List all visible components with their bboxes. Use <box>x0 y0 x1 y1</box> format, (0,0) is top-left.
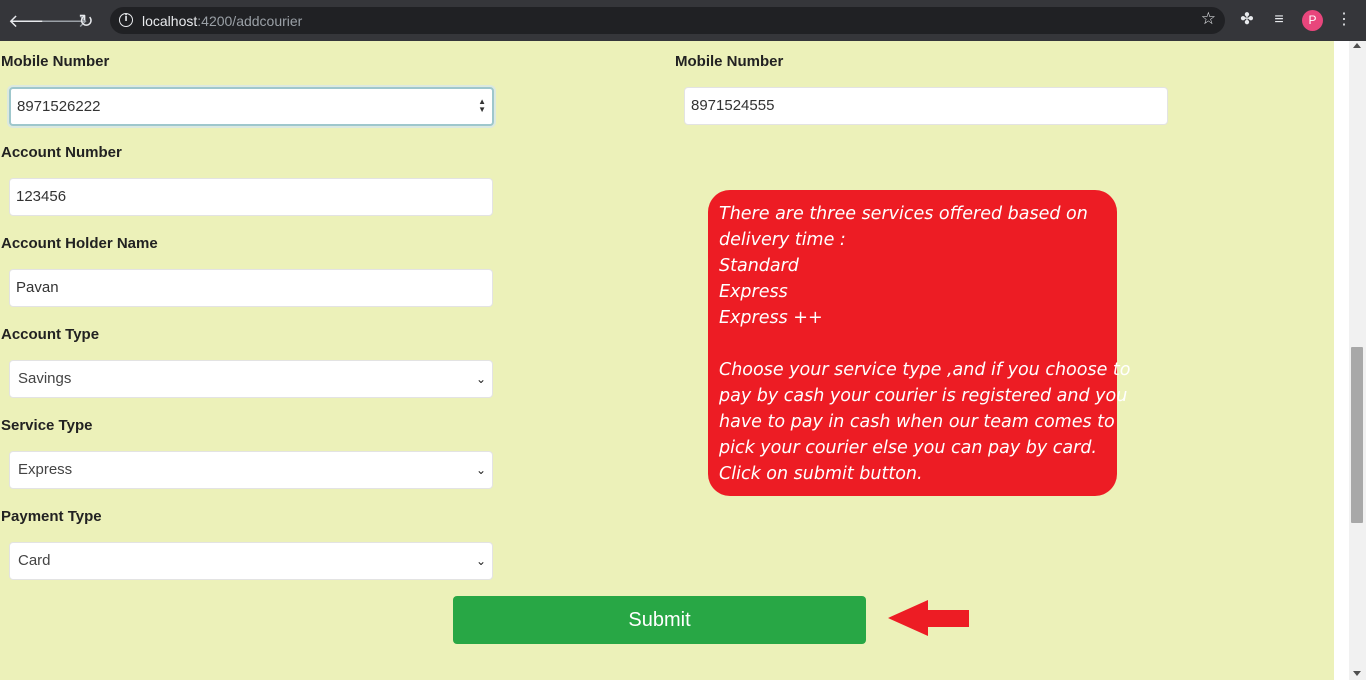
service-type-label: Service Type <box>1 417 93 434</box>
info-line: Express ++ <box>719 308 823 328</box>
chevron-down-icon: ⌄ <box>475 554 486 568</box>
info-line: Express <box>719 282 788 302</box>
chevron-down-icon: ⌄ <box>475 463 486 477</box>
account-number-value: 123456 <box>16 188 67 205</box>
info-line: Choose your service type ,and if you cho… <box>719 360 1131 380</box>
info-line: delivery time : <box>719 230 846 250</box>
back-icon[interactable]: 🡐 <box>8 8 56 34</box>
reload-icon[interactable]: ↻ <box>73 8 99 34</box>
scroll-down-icon[interactable] <box>1353 671 1361 676</box>
browser-toolbar: 🡐 🡒 ↻ i localhost:4200/addcourier ☆ ✤ ≡ … <box>0 0 1366 41</box>
menu-icon[interactable]: ⋮ <box>1333 9 1355 31</box>
star-icon[interactable]: ☆ <box>1201 9 1216 29</box>
info-line: There are three services offered based o… <box>719 204 1088 224</box>
account-number-input[interactable]: 123456 <box>9 178 493 216</box>
payment-type-select[interactable]: Card ⌄ <box>9 542 493 580</box>
page-gutter <box>1334 41 1349 680</box>
url-host: localhost <box>142 13 198 29</box>
info-line-blank <box>719 331 1117 357</box>
sender-mobile-label: Mobile Number <box>1 53 110 70</box>
url-path: :4200/addcourier <box>197 13 303 29</box>
scroll-thumb[interactable] <box>1351 347 1363 523</box>
info-line: Click on submit button. <box>719 464 923 484</box>
info-icon[interactable]: i <box>119 13 133 27</box>
receiver-mobile-input[interactable]: 8971524555 <box>684 87 1168 125</box>
arrow-left-icon <box>888 600 969 636</box>
account-type-value: Savings <box>18 370 72 387</box>
service-type-select[interactable]: Express ⌄ <box>9 451 493 489</box>
receiver-mobile-label: Mobile Number <box>675 53 784 70</box>
info-line: Standard <box>719 256 799 276</box>
forward-icon[interactable]: 🡒 <box>40 8 88 34</box>
service-type-value: Express <box>18 461 73 478</box>
account-holder-label: Account Holder Name <box>1 235 158 252</box>
account-type-select[interactable]: Savings ⌄ <box>9 360 493 398</box>
receiver-mobile-value: 8971524555 <box>691 97 775 114</box>
avatar[interactable]: P <box>1302 10 1323 31</box>
address-bar[interactable]: i localhost:4200/addcourier ☆ <box>110 7 1225 34</box>
media-icon[interactable]: ≡ <box>1268 9 1290 31</box>
account-holder-value: Pavan <box>16 279 59 296</box>
info-line: pay by cash your courier is registered a… <box>719 386 1128 406</box>
sender-mobile-value: 8971526222 <box>17 98 101 115</box>
chevron-down-icon: ⌄ <box>475 372 486 386</box>
scroll-up-icon[interactable] <box>1353 43 1361 48</box>
url-text: localhost:4200/addcourier <box>142 13 302 29</box>
account-number-label: Account Number <box>1 144 122 161</box>
info-line: have to pay in cash when our team comes … <box>719 412 1115 432</box>
scrollbar[interactable] <box>1349 41 1366 680</box>
payment-type-label: Payment Type <box>1 508 102 525</box>
account-type-label: Account Type <box>1 326 100 343</box>
sender-mobile-input[interactable]: 8971526222 ▲ ▼ <box>9 87 494 126</box>
info-line: pick your courier else you can pay by ca… <box>719 438 1097 458</box>
number-stepper-icon[interactable]: ▲ ▼ <box>478 98 486 114</box>
extensions-icon[interactable]: ✤ <box>1236 9 1258 31</box>
account-holder-input[interactable]: Pavan <box>9 269 493 307</box>
payment-type-value: Card <box>18 552 51 569</box>
service-info-box: There are three services offered based o… <box>708 190 1131 496</box>
submit-button[interactable]: Submit <box>453 596 866 644</box>
